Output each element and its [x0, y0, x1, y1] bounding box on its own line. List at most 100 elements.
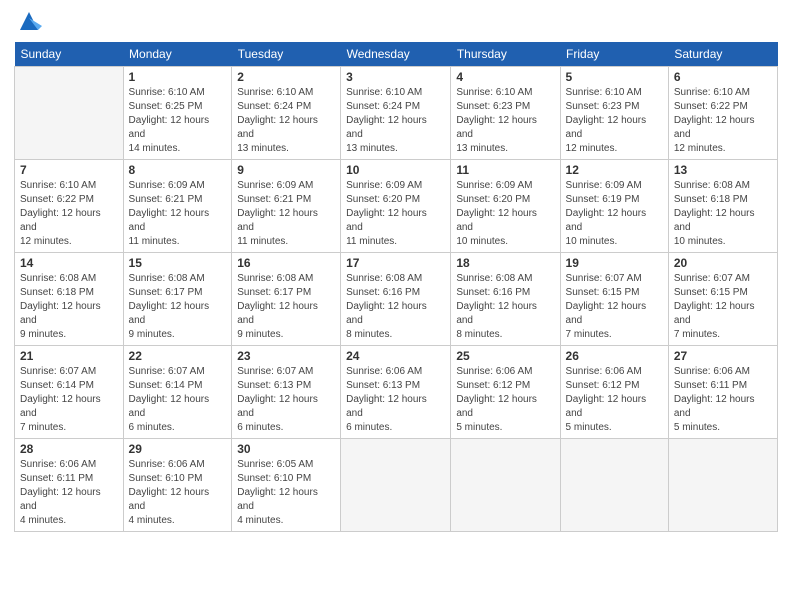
- page: SundayMondayTuesdayWednesdayThursdayFrid…: [0, 0, 792, 612]
- day-info: Sunrise: 6:07 AMSunset: 6:13 PMDaylight:…: [237, 365, 335, 435]
- logo: [14, 12, 42, 34]
- day-number: 3: [346, 70, 445, 84]
- calendar-cell: 1Sunrise: 6:10 AMSunset: 6:25 PMDaylight…: [123, 67, 232, 160]
- calendar-cell: 24 Sunrise: 6:06 AMSunset: 6:13 PMDayligh…: [341, 346, 451, 439]
- calendar-cell: 10 Sunrise: 6:09 AMSunset: 6:20 PMDayligh…: [341, 160, 451, 253]
- day-number: 7: [20, 163, 118, 177]
- day-number: 24: [346, 349, 445, 363]
- day-info: Sunrise: 6:07 AMSunset: 6:14 PMDaylight:…: [129, 365, 227, 435]
- week-row-0: 1Sunrise: 6:10 AMSunset: 6:25 PMDaylight…: [15, 67, 778, 160]
- day-number: 23: [237, 349, 335, 363]
- calendar-cell: [341, 439, 451, 532]
- day-number: 21: [20, 349, 118, 363]
- day-info: Sunrise: 6:08 AMSunset: 6:18 PMDaylight:…: [674, 179, 772, 249]
- weekday-header-row: SundayMondayTuesdayWednesdayThursdayFrid…: [15, 42, 778, 67]
- calendar-cell: 13 Sunrise: 6:08 AMSunset: 6:18 PMDayligh…: [668, 160, 777, 253]
- calendar-cell: 17 Sunrise: 6:08 AMSunset: 6:16 PMDayligh…: [341, 253, 451, 346]
- calendar-cell: 20 Sunrise: 6:07 AMSunset: 6:15 PMDayligh…: [668, 253, 777, 346]
- logo-icon: [16, 8, 42, 34]
- calendar-cell: 25 Sunrise: 6:06 AMSunset: 6:12 PMDayligh…: [451, 346, 560, 439]
- day-number: 12: [566, 163, 663, 177]
- weekday-monday: Monday: [123, 42, 232, 67]
- calendar-cell: [560, 439, 668, 532]
- day-info: Sunrise: 6:09 AMSunset: 6:19 PMDaylight:…: [566, 179, 663, 249]
- day-info: Sunrise: 6:09 AMSunset: 6:21 PMDaylight:…: [237, 179, 335, 249]
- calendar-cell: 7 Sunrise: 6:10 AMSunset: 6:22 PMDaylight…: [15, 160, 124, 253]
- day-info: Sunrise: 6:10 AMSunset: 6:23 PMDaylight:…: [456, 86, 554, 156]
- day-number: 11: [456, 163, 554, 177]
- calendar-cell: 26 Sunrise: 6:06 AMSunset: 6:12 PMDayligh…: [560, 346, 668, 439]
- day-number: 16: [237, 256, 335, 270]
- weekday-friday: Friday: [560, 42, 668, 67]
- day-number: 20: [674, 256, 772, 270]
- day-number: 13: [674, 163, 772, 177]
- weekday-thursday: Thursday: [451, 42, 560, 67]
- calendar-cell: 8 Sunrise: 6:09 AMSunset: 6:21 PMDaylight…: [123, 160, 232, 253]
- day-number: 6: [674, 70, 772, 84]
- calendar-cell: 27 Sunrise: 6:06 AMSunset: 6:11 PMDayligh…: [668, 346, 777, 439]
- day-number: 15: [129, 256, 227, 270]
- day-info: Sunrise: 6:05 AMSunset: 6:10 PMDaylight:…: [237, 458, 335, 528]
- day-number: 27: [674, 349, 772, 363]
- calendar-cell: 30 Sunrise: 6:05 AMSunset: 6:10 PMDayligh…: [232, 439, 341, 532]
- calendar-cell: 18Sunrise: 6:08 AMSunset: 6:16 PMDayligh…: [451, 253, 560, 346]
- calendar-cell: 22 Sunrise: 6:07 AMSunset: 6:14 PMDayligh…: [123, 346, 232, 439]
- day-info: Sunrise: 6:07 AMSunset: 6:15 PMDaylight:…: [674, 272, 772, 342]
- calendar-cell: 23 Sunrise: 6:07 AMSunset: 6:13 PMDayligh…: [232, 346, 341, 439]
- day-number: 2: [237, 70, 335, 84]
- day-info: Sunrise: 6:08 AMSunset: 6:17 PMDaylight:…: [129, 272, 227, 342]
- calendar-cell: 2 Sunrise: 6:10 AMSunset: 6:24 PMDaylight…: [232, 67, 341, 160]
- day-number: 26: [566, 349, 663, 363]
- day-info: Sunrise: 6:07 AMSunset: 6:14 PMDaylight:…: [20, 365, 118, 435]
- day-info: Sunrise: 6:06 AMSunset: 6:10 PMDaylight:…: [129, 458, 227, 528]
- day-number: 25: [456, 349, 554, 363]
- calendar-cell: 12 Sunrise: 6:09 AMSunset: 6:19 PMDayligh…: [560, 160, 668, 253]
- day-info: Sunrise: 6:08 AMSunset: 6:16 PMDaylight:…: [346, 272, 445, 342]
- week-row-3: 21 Sunrise: 6:07 AMSunset: 6:14 PMDayligh…: [15, 346, 778, 439]
- week-row-1: 7 Sunrise: 6:10 AMSunset: 6:22 PMDaylight…: [15, 160, 778, 253]
- calendar-cell: 4 Sunrise: 6:10 AMSunset: 6:23 PMDaylight…: [451, 67, 560, 160]
- day-number: 19: [566, 256, 663, 270]
- calendar-cell: 28 Sunrise: 6:06 AMSunset: 6:11 PMDayligh…: [15, 439, 124, 532]
- day-number: 8: [129, 163, 227, 177]
- week-row-2: 14 Sunrise: 6:08 AMSunset: 6:18 PMDayligh…: [15, 253, 778, 346]
- calendar-cell: 3 Sunrise: 6:10 AMSunset: 6:24 PMDaylight…: [341, 67, 451, 160]
- day-info: Sunrise: 6:10 AMSunset: 6:25 PMDaylight:…: [129, 86, 227, 156]
- calendar-cell: 29 Sunrise: 6:06 AMSunset: 6:10 PMDayligh…: [123, 439, 232, 532]
- calendar-cell: 9 Sunrise: 6:09 AMSunset: 6:21 PMDaylight…: [232, 160, 341, 253]
- day-info: Sunrise: 6:06 AMSunset: 6:12 PMDaylight:…: [456, 365, 554, 435]
- calendar-cell: 11 Sunrise: 6:09 AMSunset: 6:20 PMDayligh…: [451, 160, 560, 253]
- day-info: Sunrise: 6:09 AMSunset: 6:20 PMDaylight:…: [456, 179, 554, 249]
- calendar-cell: 6Sunrise: 6:10 AMSunset: 6:22 PMDaylight…: [668, 67, 777, 160]
- day-info: Sunrise: 6:10 AMSunset: 6:24 PMDaylight:…: [346, 86, 445, 156]
- day-info: Sunrise: 6:10 AMSunset: 6:22 PMDaylight:…: [20, 179, 118, 249]
- day-number: 30: [237, 442, 335, 456]
- day-info: Sunrise: 6:08 AMSunset: 6:17 PMDaylight:…: [237, 272, 335, 342]
- day-info: Sunrise: 6:06 AMSunset: 6:12 PMDaylight:…: [566, 365, 663, 435]
- day-number: 5: [566, 70, 663, 84]
- day-info: Sunrise: 6:06 AMSunset: 6:13 PMDaylight:…: [346, 365, 445, 435]
- day-number: 28: [20, 442, 118, 456]
- day-info: Sunrise: 6:06 AMSunset: 6:11 PMDaylight:…: [20, 458, 118, 528]
- day-info: Sunrise: 6:09 AMSunset: 6:20 PMDaylight:…: [346, 179, 445, 249]
- calendar-cell: 5Sunrise: 6:10 AMSunset: 6:23 PMDaylight…: [560, 67, 668, 160]
- day-number: 14: [20, 256, 118, 270]
- calendar-cell: 21 Sunrise: 6:07 AMSunset: 6:14 PMDayligh…: [15, 346, 124, 439]
- day-number: 17: [346, 256, 445, 270]
- weekday-tuesday: Tuesday: [232, 42, 341, 67]
- calendar-cell: [668, 439, 777, 532]
- day-number: 10: [346, 163, 445, 177]
- day-number: 4: [456, 70, 554, 84]
- day-number: 29: [129, 442, 227, 456]
- day-info: Sunrise: 6:07 AMSunset: 6:15 PMDaylight:…: [566, 272, 663, 342]
- day-number: 9: [237, 163, 335, 177]
- day-info: Sunrise: 6:10 AMSunset: 6:24 PMDaylight:…: [237, 86, 335, 156]
- day-info: Sunrise: 6:09 AMSunset: 6:21 PMDaylight:…: [129, 179, 227, 249]
- day-info: Sunrise: 6:06 AMSunset: 6:11 PMDaylight:…: [674, 365, 772, 435]
- calendar-cell: 14 Sunrise: 6:08 AMSunset: 6:18 PMDayligh…: [15, 253, 124, 346]
- day-number: 22: [129, 349, 227, 363]
- calendar-cell: 16 Sunrise: 6:08 AMSunset: 6:17 PMDayligh…: [232, 253, 341, 346]
- weekday-wednesday: Wednesday: [341, 42, 451, 67]
- weekday-sunday: Sunday: [15, 42, 124, 67]
- day-info: Sunrise: 6:08 AMSunset: 6:18 PMDaylight:…: [20, 272, 118, 342]
